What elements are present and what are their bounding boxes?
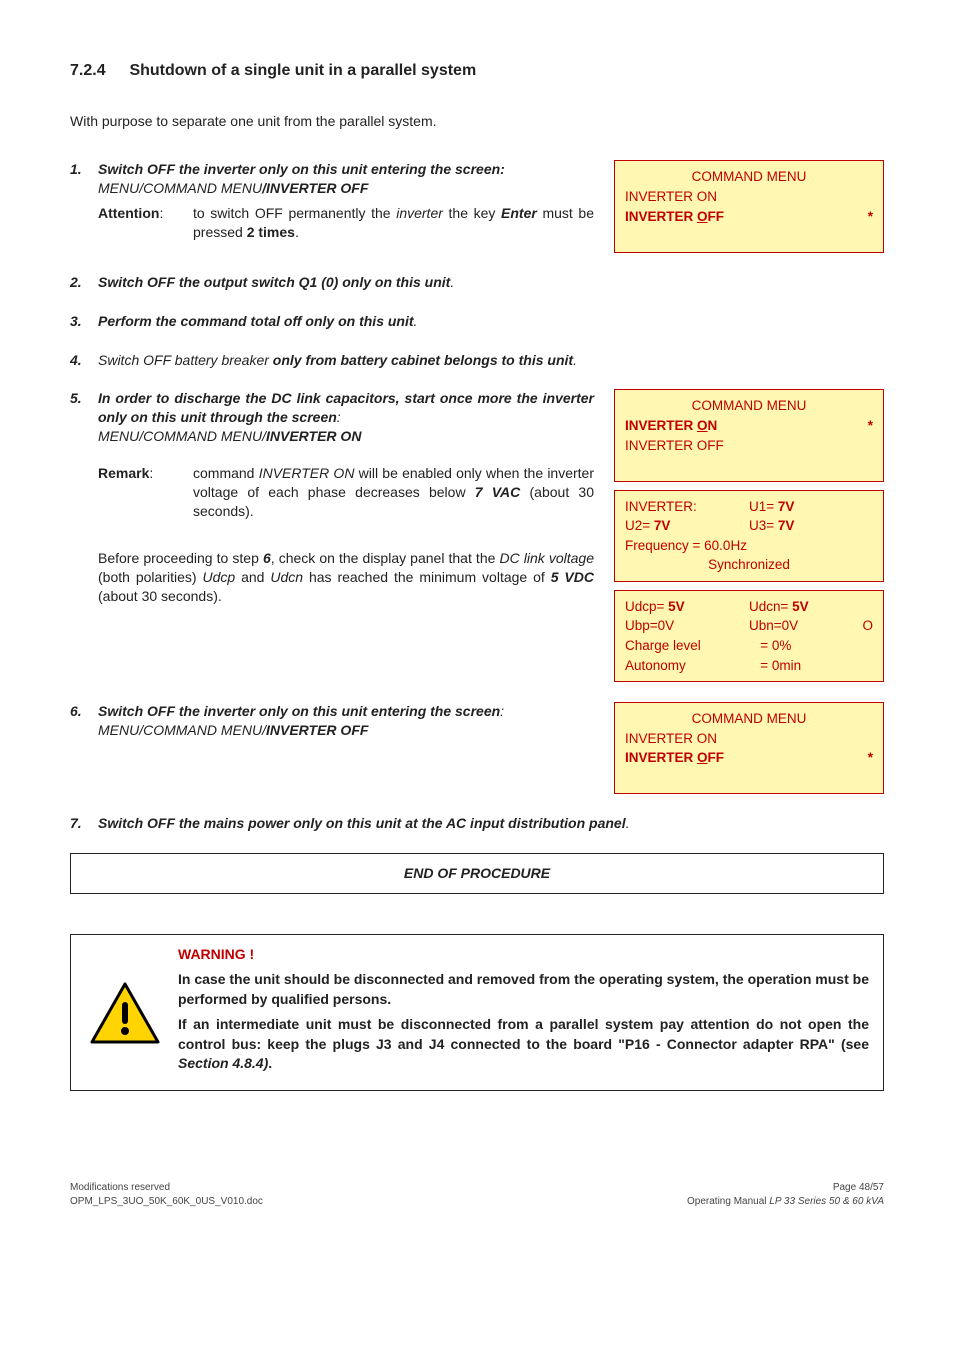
lcd-r: U3= 7V — [749, 516, 873, 536]
step-number: 4. — [70, 351, 98, 370]
warning-box: WARNING ! In case the unit should be dis… — [70, 934, 884, 1091]
warning-icon — [71, 935, 178, 1090]
step-number: 1. — [70, 160, 98, 179]
attention-label: Attention: — [98, 204, 193, 242]
lcd-r: Udcn= 5V — [749, 597, 873, 617]
lcd-row: Frequency = 60.0Hz — [625, 536, 873, 556]
lcd-l: INVERTER: — [625, 497, 749, 517]
lcd-panel-1: COMMAND MENU INVERTER ON INVERTER OFF * — [614, 160, 884, 252]
lcd-row: INVERTER ON — [625, 729, 873, 749]
warning-p2: If an intermediate unit must be disconne… — [178, 1015, 869, 1074]
step-number: 2. — [70, 273, 98, 292]
step6-lead: Switch OFF the inverter only on this uni… — [98, 703, 500, 719]
attention-text: to switch OFF permanently the inverter t… — [193, 204, 594, 242]
remark-label: Remark: — [98, 464, 193, 521]
step-5: 5. In order to discharge the DC link cap… — [70, 389, 884, 682]
page-footer: Modifications reserved OPM_LPS_3UO_50K_6… — [70, 1181, 884, 1209]
lcd-l: Ubp=0V — [625, 616, 749, 636]
step5-path2: INVERTER ON — [266, 428, 361, 444]
step-number: 7. — [70, 814, 98, 833]
step1-lead: Switch OFF the inverter only on this uni… — [98, 161, 505, 177]
lcd-title: COMMAND MENU — [625, 396, 873, 416]
lcd-row: INVERTER OFF * — [625, 207, 873, 227]
step2-lead: Switch OFF the output switch Q1 (0) only… — [98, 274, 450, 290]
step-3: 3. Perform the command total off only on… — [70, 312, 884, 331]
end-of-procedure: END OF PROCEDURE — [70, 853, 884, 894]
step1-path-plain: MENU/COMMAND MENU — [98, 180, 262, 196]
lcd-title: COMMAND MENU — [625, 167, 873, 187]
step5-lead: In order to discharge the DC link capaci… — [98, 390, 594, 425]
step1-path-bold: /INVERTER OFF — [262, 180, 368, 196]
lcd-panel-5c: Udcp= 5V Udcn= 5V Ubp=0V Ubn=0VO Charge … — [614, 590, 884, 682]
lcd-l: Udcp= 5V — [625, 597, 749, 617]
step-number: 3. — [70, 312, 98, 331]
step-number: 6. — [70, 702, 98, 721]
lcd-title: COMMAND MENU — [625, 709, 873, 729]
step4-p2: only from battery cabinet belongs to thi… — [269, 352, 573, 368]
lcd-l: U2= 7V — [625, 516, 749, 536]
lcd-l: Charge level — [625, 636, 760, 656]
step3-lead: Perform the command total off only on th… — [98, 313, 414, 329]
step-number: 5. — [70, 389, 98, 408]
section-heading: 7.2.4 Shutdown of a single unit in a par… — [70, 60, 884, 82]
lcd-row: INVERTER OFF * — [625, 748, 873, 768]
lcd-panel-6: COMMAND MENU INVERTER ON INVERTER OFF * — [614, 702, 884, 794]
step4-p1: Switch OFF battery breaker — [98, 352, 269, 368]
step7-lead: Switch OFF the mains power only on this … — [98, 815, 626, 831]
lcd-panel-5a: COMMAND MENU INVERTER ON * INVERTER OFF — [614, 389, 884, 481]
lcd-panel-5b: INVERTER: U1= 7V U2= 7V U3= 7V Frequency… — [614, 490, 884, 582]
lcd-l: Autonomy — [625, 656, 760, 676]
section-number: 7.2.4 — [70, 60, 125, 82]
remark-text: command INVERTER ON will be enabled only… — [193, 464, 594, 521]
lcd-row: INVERTER OFF — [625, 436, 873, 456]
footer-left: Modifications reserved OPM_LPS_3UO_50K_6… — [70, 1181, 263, 1209]
step5-before: Before proceeding to step 6, check on th… — [98, 549, 594, 606]
step6-path1: MENU/COMMAND MENU/ — [98, 722, 266, 738]
lcd-r: = 0min — [760, 656, 873, 676]
step6-path2: INVERTER OFF — [266, 722, 368, 738]
step5-path1: MENU/COMMAND MENU/ — [98, 428, 266, 444]
step-6: 6. Switch OFF the inverter only on this … — [70, 702, 884, 794]
section-title: Shutdown of a single unit in a parallel … — [129, 62, 476, 79]
footer-right: Page 48/57 Operating Manual LP 33 Series… — [687, 1181, 884, 1209]
warning-title: WARNING ! — [178, 945, 869, 964]
lcd-r: = 0% — [760, 636, 873, 656]
step-1: 1. Switch OFF the inverter only on this … — [70, 160, 884, 252]
lcd-row: INVERTER ON — [625, 187, 873, 207]
warning-p1: In case the unit should be disconnected … — [178, 970, 869, 1009]
lcd-row: INVERTER ON * — [625, 416, 873, 436]
intro-text: With purpose to separate one unit from t… — [70, 112, 884, 131]
lcd-row: Synchronized — [625, 555, 873, 575]
step-4: 4. Switch OFF battery breaker only from … — [70, 351, 884, 370]
step-2: 2. Switch OFF the output switch Q1 (0) o… — [70, 273, 884, 292]
step-7: 7. Switch OFF the mains power only on th… — [70, 814, 884, 833]
lcd-r: U1= 7V — [749, 497, 873, 517]
lcd-r: Ubn=0VO — [749, 616, 873, 636]
